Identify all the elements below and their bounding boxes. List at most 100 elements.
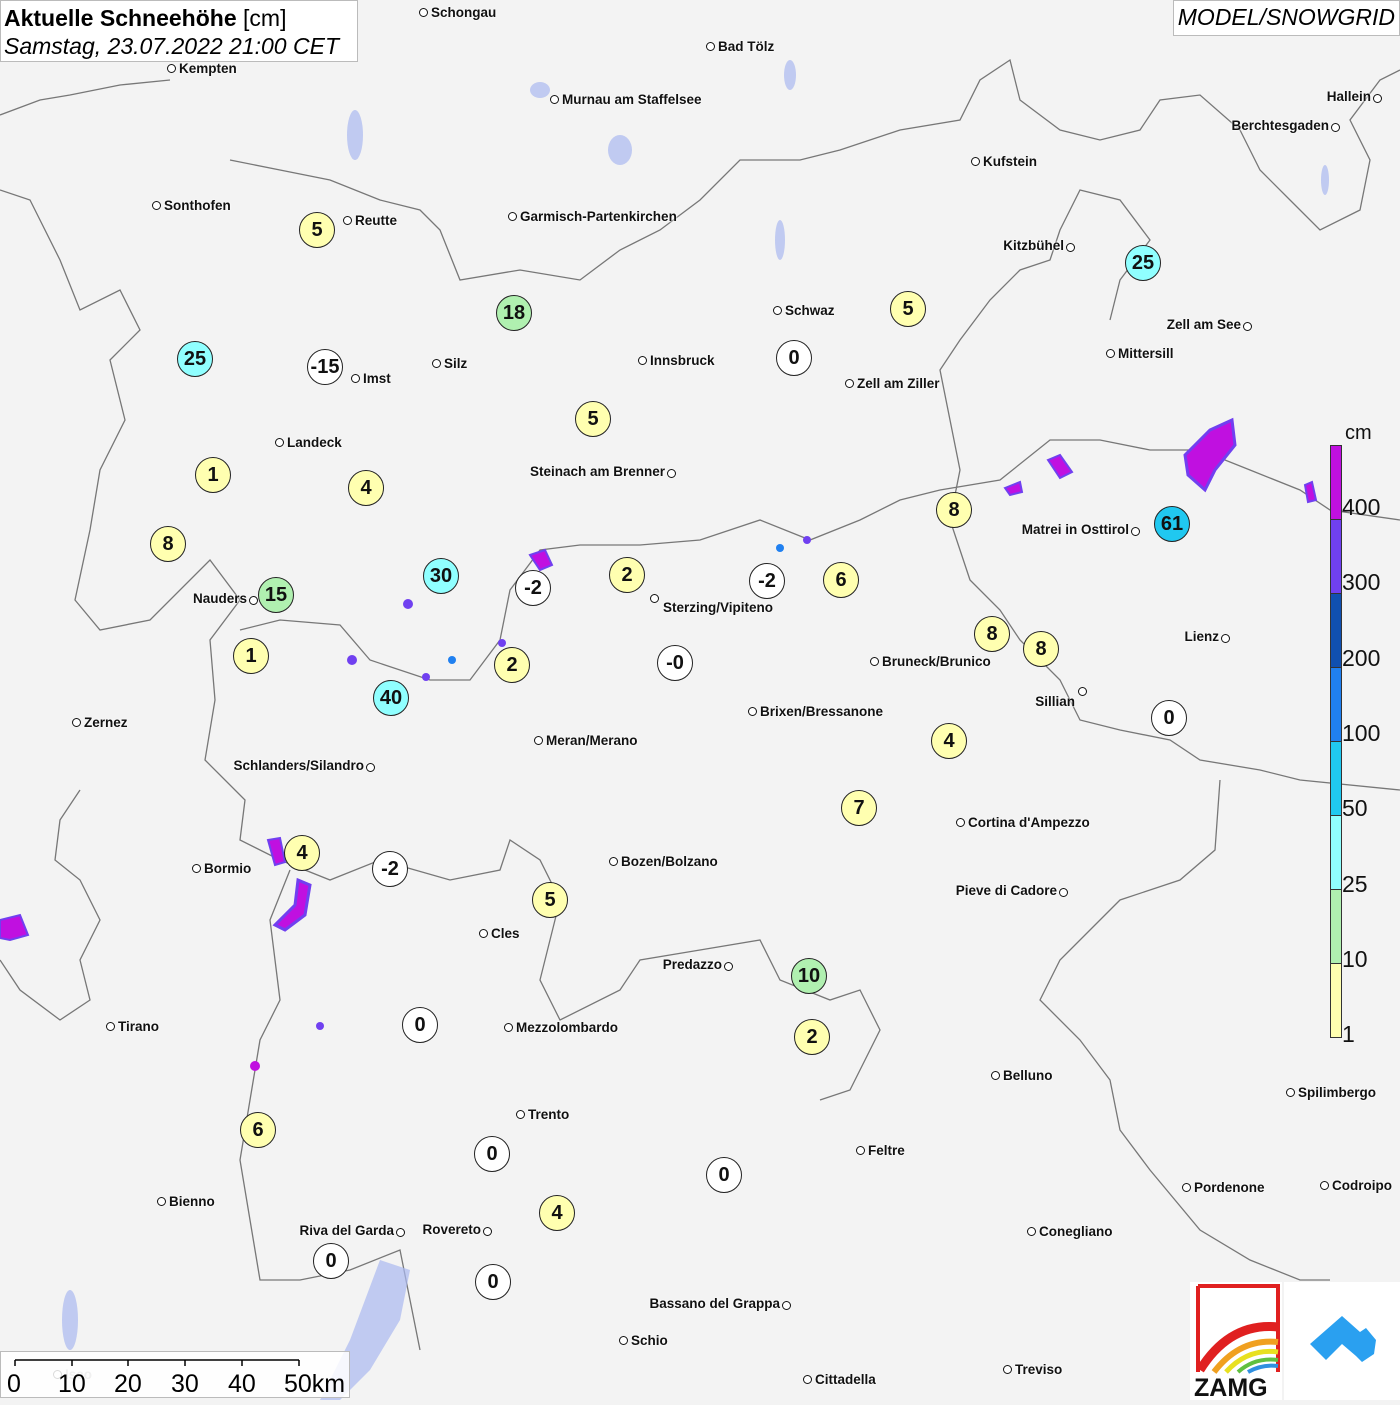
- legend-unit: cm: [1345, 422, 1372, 444]
- map-title: Aktuelle Schneehöhe: [4, 5, 237, 31]
- scale-label: 0: [7, 1370, 21, 1398]
- city-dot-icon: [1078, 687, 1087, 696]
- snow-depth-marker: 5: [575, 401, 611, 437]
- city-label: Brixen/Bressanone: [760, 704, 884, 719]
- city-dot-icon: [724, 962, 733, 971]
- model-label: MODEL/SNOWGRID: [1172, 0, 1400, 36]
- snow-depth-marker: 0: [474, 1136, 510, 1172]
- city-dot-icon: [72, 718, 81, 727]
- snow-depth-marker: 5: [532, 882, 568, 918]
- city-dot-icon: [1059, 888, 1068, 897]
- city-dot-icon: [508, 212, 517, 221]
- city-dot-icon: [1131, 527, 1140, 536]
- snow-depth-marker: 5: [890, 291, 926, 327]
- city-dot-icon: [1373, 94, 1382, 103]
- snow-depth-marker: 4: [931, 723, 967, 759]
- city-label: Hallein: [1326, 89, 1371, 104]
- city-dot-icon: [1243, 322, 1252, 331]
- city-dot-icon: [667, 469, 676, 478]
- city-label: Innsbruck: [650, 353, 715, 368]
- legend-swatch: [1330, 963, 1342, 1038]
- snow-depth-marker: 0: [706, 1157, 742, 1193]
- snow-depth-marker: -2: [372, 851, 408, 887]
- country-borders: [0, 58, 1400, 1351]
- scale-label: 10: [58, 1370, 86, 1398]
- snow-depth-marker: 61: [1154, 506, 1190, 542]
- snow-depth-marker: 30: [423, 558, 459, 594]
- scale-bar: 0 10 20 30 40 50km: [0, 1351, 350, 1398]
- city-dot-icon: [1066, 243, 1075, 252]
- city-label: Silz: [444, 356, 468, 371]
- city-label: Kempten: [179, 61, 237, 76]
- scale-label: 40: [228, 1370, 256, 1398]
- city-label: Codroipo: [1332, 1178, 1392, 1193]
- city-label: Kitzbühel: [1003, 238, 1064, 253]
- legend-label: 200: [1342, 644, 1381, 671]
- city-label: Schio: [631, 1333, 668, 1348]
- city-dot-icon: [1320, 1181, 1329, 1190]
- city-label: Schongau: [431, 5, 497, 20]
- city-dot-icon: [396, 1228, 405, 1237]
- snow-depth-marker: 6: [823, 562, 859, 598]
- city-label: Pordenone: [1194, 1180, 1265, 1195]
- city-label: Belluno: [1003, 1068, 1053, 1083]
- city-label: Lienz: [1184, 629, 1219, 644]
- snow-depth-marker: 4: [348, 470, 384, 506]
- snowgrid-logo: [1284, 1282, 1400, 1400]
- legend-swatch: [1330, 519, 1342, 594]
- snow-depth-marker: 5: [299, 212, 335, 248]
- city-dot-icon: [1106, 349, 1115, 358]
- legend-label: 400: [1342, 494, 1381, 520]
- city-dot-icon: [1027, 1227, 1036, 1236]
- snow-depth-marker: 10: [791, 958, 827, 994]
- snow-depth-marker: 18: [496, 295, 532, 331]
- city-label: Bormio: [204, 861, 252, 876]
- city-label: Bassano del Grappa: [649, 1296, 780, 1311]
- snow-roof-icon: [1310, 1316, 1376, 1362]
- city-label: Reutte: [355, 213, 398, 228]
- city-dot-icon: [106, 1022, 115, 1031]
- city-dot-icon: [534, 736, 543, 745]
- snow-depth-marker: 0: [313, 1243, 349, 1279]
- city-label: Predazzo: [662, 957, 722, 972]
- city-dot-icon: [609, 857, 618, 866]
- scale-bar-line: [14, 1359, 300, 1366]
- city-label: Kufstein: [983, 154, 1037, 169]
- zamg-logo: ZAMG: [1190, 1282, 1282, 1402]
- city-dot-icon: [504, 1023, 513, 1032]
- city-dot-icon: [275, 438, 284, 447]
- legend-swatch: [1330, 667, 1342, 742]
- city-label: Bruneck/Brunico: [882, 654, 991, 669]
- city-label: Sterzing/Vipiteno: [663, 600, 774, 615]
- city-dot-icon: [550, 95, 559, 104]
- city-dot-icon: [419, 8, 428, 17]
- city-label: Schwaz: [785, 303, 835, 318]
- snow-depth-marker: 4: [539, 1195, 575, 1231]
- legend-label: 100: [1342, 719, 1381, 746]
- city-label: Garmisch-Partenkirchen: [520, 209, 677, 224]
- snow-depth-marker: 25: [1125, 245, 1161, 281]
- snow-depth-marker: 8: [1023, 631, 1059, 667]
- city-label: Bienno: [169, 1194, 215, 1209]
- city-dot-icon: [803, 1375, 812, 1384]
- legend-label: 25: [1342, 870, 1368, 897]
- city-label: Treviso: [1015, 1362, 1063, 1377]
- snow-depth-marker: 2: [494, 647, 530, 683]
- city-dot-icon: [706, 42, 715, 51]
- city-label: Bozen/Bolzano: [621, 854, 718, 869]
- city-label: Rovereto: [422, 1222, 481, 1237]
- city-dot-icon: [483, 1227, 492, 1236]
- city-label: Cittadella: [815, 1372, 876, 1387]
- city-label: Steinach am Brenner: [529, 464, 665, 479]
- city-dot-icon: [1286, 1088, 1295, 1097]
- city-label: Riva del Garda: [299, 1223, 394, 1238]
- snow-depth-marker: 8: [150, 526, 186, 562]
- legend-swatch: [1330, 741, 1342, 816]
- city-label: Zernez: [84, 715, 128, 730]
- city-dot-icon: [157, 1197, 166, 1206]
- city-dot-icon: [971, 157, 980, 166]
- city-dot-icon: [619, 1336, 628, 1345]
- map-title-box: Aktuelle Schneehöhe [cm] Samstag, 23.07.…: [0, 0, 358, 62]
- map-unit: [cm]: [243, 5, 287, 31]
- snow-depth-marker: 0: [776, 340, 812, 376]
